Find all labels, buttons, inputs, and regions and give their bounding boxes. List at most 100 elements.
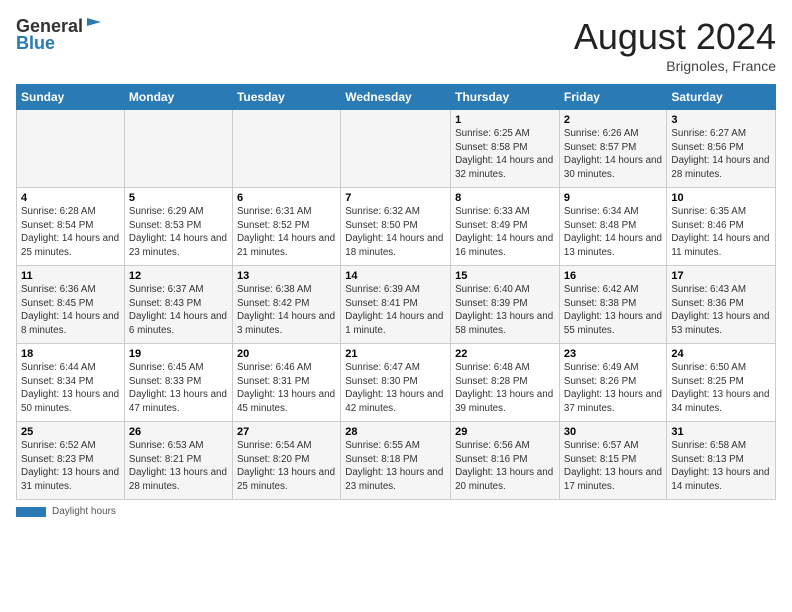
day-number: 23	[564, 348, 662, 360]
day-info: Sunrise: 6:28 AM Sunset: 8:54 PM Dayligh…	[21, 205, 120, 260]
day-number: 7	[345, 192, 446, 204]
table-row: 31Sunrise: 6:58 AM Sunset: 8:13 PM Dayli…	[667, 422, 776, 500]
table-row: 14Sunrise: 6:39 AM Sunset: 8:41 PM Dayli…	[341, 266, 451, 344]
page-container: General Blue August 2024 Brignoles, Fran…	[0, 0, 792, 612]
day-number: 11	[21, 270, 120, 282]
day-number: 20	[237, 348, 336, 360]
day-number: 18	[21, 348, 120, 360]
day-number: 12	[129, 270, 228, 282]
col-wednesday: Wednesday	[341, 85, 451, 110]
day-info: Sunrise: 6:49 AM Sunset: 8:26 PM Dayligh…	[564, 361, 662, 416]
table-row: 30Sunrise: 6:57 AM Sunset: 8:15 PM Dayli…	[559, 422, 666, 500]
day-number: 14	[345, 270, 446, 282]
day-info: Sunrise: 6:52 AM Sunset: 8:23 PM Dayligh…	[21, 439, 120, 494]
table-row: 5Sunrise: 6:29 AM Sunset: 8:53 PM Daylig…	[124, 188, 232, 266]
day-number: 24	[671, 348, 771, 360]
footer: Daylight hours	[16, 506, 776, 517]
day-number: 10	[671, 192, 771, 204]
footer-label: Daylight hours	[52, 506, 116, 517]
table-row: 3Sunrise: 6:27 AM Sunset: 8:56 PM Daylig…	[667, 110, 776, 188]
day-info: Sunrise: 6:57 AM Sunset: 8:15 PM Dayligh…	[564, 439, 662, 494]
day-info: Sunrise: 6:27 AM Sunset: 8:56 PM Dayligh…	[671, 127, 771, 182]
table-row: 18Sunrise: 6:44 AM Sunset: 8:34 PM Dayli…	[17, 344, 125, 422]
logo: General Blue	[16, 16, 103, 54]
day-number: 25	[21, 426, 120, 438]
day-number: 26	[129, 426, 228, 438]
day-number: 28	[345, 426, 446, 438]
day-info: Sunrise: 6:58 AM Sunset: 8:13 PM Dayligh…	[671, 439, 771, 494]
table-row: 4Sunrise: 6:28 AM Sunset: 8:54 PM Daylig…	[17, 188, 125, 266]
table-row: 24Sunrise: 6:50 AM Sunset: 8:25 PM Dayli…	[667, 344, 776, 422]
day-info: Sunrise: 6:56 AM Sunset: 8:16 PM Dayligh…	[455, 439, 555, 494]
table-row: 28Sunrise: 6:55 AM Sunset: 8:18 PM Dayli…	[341, 422, 451, 500]
day-info: Sunrise: 6:37 AM Sunset: 8:43 PM Dayligh…	[129, 283, 228, 338]
calendar-week-row: 4Sunrise: 6:28 AM Sunset: 8:54 PM Daylig…	[17, 188, 776, 266]
table-row	[124, 110, 232, 188]
calendar-week-row: 25Sunrise: 6:52 AM Sunset: 8:23 PM Dayli…	[17, 422, 776, 500]
day-number: 21	[345, 348, 446, 360]
day-info: Sunrise: 6:35 AM Sunset: 8:46 PM Dayligh…	[671, 205, 771, 260]
day-info: Sunrise: 6:55 AM Sunset: 8:18 PM Dayligh…	[345, 439, 446, 494]
day-info: Sunrise: 6:29 AM Sunset: 8:53 PM Dayligh…	[129, 205, 228, 260]
day-info: Sunrise: 6:32 AM Sunset: 8:50 PM Dayligh…	[345, 205, 446, 260]
month-title: August 2024	[574, 16, 776, 58]
day-number: 19	[129, 348, 228, 360]
day-number: 1	[455, 114, 555, 126]
table-row: 20Sunrise: 6:46 AM Sunset: 8:31 PM Dayli…	[232, 344, 340, 422]
day-number: 22	[455, 348, 555, 360]
table-row: 2Sunrise: 6:26 AM Sunset: 8:57 PM Daylig…	[559, 110, 666, 188]
page-header: General Blue August 2024 Brignoles, Fran…	[16, 16, 776, 74]
day-info: Sunrise: 6:26 AM Sunset: 8:57 PM Dayligh…	[564, 127, 662, 182]
table-row: 13Sunrise: 6:38 AM Sunset: 8:42 PM Dayli…	[232, 266, 340, 344]
table-row: 25Sunrise: 6:52 AM Sunset: 8:23 PM Dayli…	[17, 422, 125, 500]
day-info: Sunrise: 6:46 AM Sunset: 8:31 PM Dayligh…	[237, 361, 336, 416]
table-row: 19Sunrise: 6:45 AM Sunset: 8:33 PM Dayli…	[124, 344, 232, 422]
day-number: 15	[455, 270, 555, 282]
day-info: Sunrise: 6:43 AM Sunset: 8:36 PM Dayligh…	[671, 283, 771, 338]
day-info: Sunrise: 6:45 AM Sunset: 8:33 PM Dayligh…	[129, 361, 228, 416]
table-row: 26Sunrise: 6:53 AM Sunset: 8:21 PM Dayli…	[124, 422, 232, 500]
table-row: 29Sunrise: 6:56 AM Sunset: 8:16 PM Dayli…	[451, 422, 560, 500]
table-row: 23Sunrise: 6:49 AM Sunset: 8:26 PM Dayli…	[559, 344, 666, 422]
calendar-table: Sunday Monday Tuesday Wednesday Thursday…	[16, 84, 776, 500]
day-info: Sunrise: 6:47 AM Sunset: 8:30 PM Dayligh…	[345, 361, 446, 416]
table-row: 11Sunrise: 6:36 AM Sunset: 8:45 PM Dayli…	[17, 266, 125, 344]
table-row: 6Sunrise: 6:31 AM Sunset: 8:52 PM Daylig…	[232, 188, 340, 266]
col-tuesday: Tuesday	[232, 85, 340, 110]
day-info: Sunrise: 6:36 AM Sunset: 8:45 PM Dayligh…	[21, 283, 120, 338]
table-row: 21Sunrise: 6:47 AM Sunset: 8:30 PM Dayli…	[341, 344, 451, 422]
day-info: Sunrise: 6:48 AM Sunset: 8:28 PM Dayligh…	[455, 361, 555, 416]
day-number: 16	[564, 270, 662, 282]
day-number: 2	[564, 114, 662, 126]
calendar-week-row: 1Sunrise: 6:25 AM Sunset: 8:58 PM Daylig…	[17, 110, 776, 188]
table-row: 16Sunrise: 6:42 AM Sunset: 8:38 PM Dayli…	[559, 266, 666, 344]
table-row: 27Sunrise: 6:54 AM Sunset: 8:20 PM Dayli…	[232, 422, 340, 500]
table-row: 1Sunrise: 6:25 AM Sunset: 8:58 PM Daylig…	[451, 110, 560, 188]
day-number: 5	[129, 192, 228, 204]
title-area: August 2024 Brignoles, France	[574, 16, 776, 74]
table-row: 10Sunrise: 6:35 AM Sunset: 8:46 PM Dayli…	[667, 188, 776, 266]
day-number: 6	[237, 192, 336, 204]
day-info: Sunrise: 6:44 AM Sunset: 8:34 PM Dayligh…	[21, 361, 120, 416]
calendar-week-row: 11Sunrise: 6:36 AM Sunset: 8:45 PM Dayli…	[17, 266, 776, 344]
day-number: 4	[21, 192, 120, 204]
day-number: 17	[671, 270, 771, 282]
day-number: 31	[671, 426, 771, 438]
table-row: 9Sunrise: 6:34 AM Sunset: 8:48 PM Daylig…	[559, 188, 666, 266]
day-info: Sunrise: 6:42 AM Sunset: 8:38 PM Dayligh…	[564, 283, 662, 338]
day-info: Sunrise: 6:38 AM Sunset: 8:42 PM Dayligh…	[237, 283, 336, 338]
day-info: Sunrise: 6:50 AM Sunset: 8:25 PM Dayligh…	[671, 361, 771, 416]
location: Brignoles, France	[574, 58, 776, 74]
col-sunday: Sunday	[17, 85, 125, 110]
day-number: 9	[564, 192, 662, 204]
day-info: Sunrise: 6:39 AM Sunset: 8:41 PM Dayligh…	[345, 283, 446, 338]
table-row: 17Sunrise: 6:43 AM Sunset: 8:36 PM Dayli…	[667, 266, 776, 344]
day-info: Sunrise: 6:53 AM Sunset: 8:21 PM Dayligh…	[129, 439, 228, 494]
day-number: 13	[237, 270, 336, 282]
day-info: Sunrise: 6:33 AM Sunset: 8:49 PM Dayligh…	[455, 205, 555, 260]
day-info: Sunrise: 6:34 AM Sunset: 8:48 PM Dayligh…	[564, 205, 662, 260]
table-row	[232, 110, 340, 188]
table-row	[341, 110, 451, 188]
day-info: Sunrise: 6:54 AM Sunset: 8:20 PM Dayligh…	[237, 439, 336, 494]
calendar-header-row: Sunday Monday Tuesday Wednesday Thursday…	[17, 85, 776, 110]
